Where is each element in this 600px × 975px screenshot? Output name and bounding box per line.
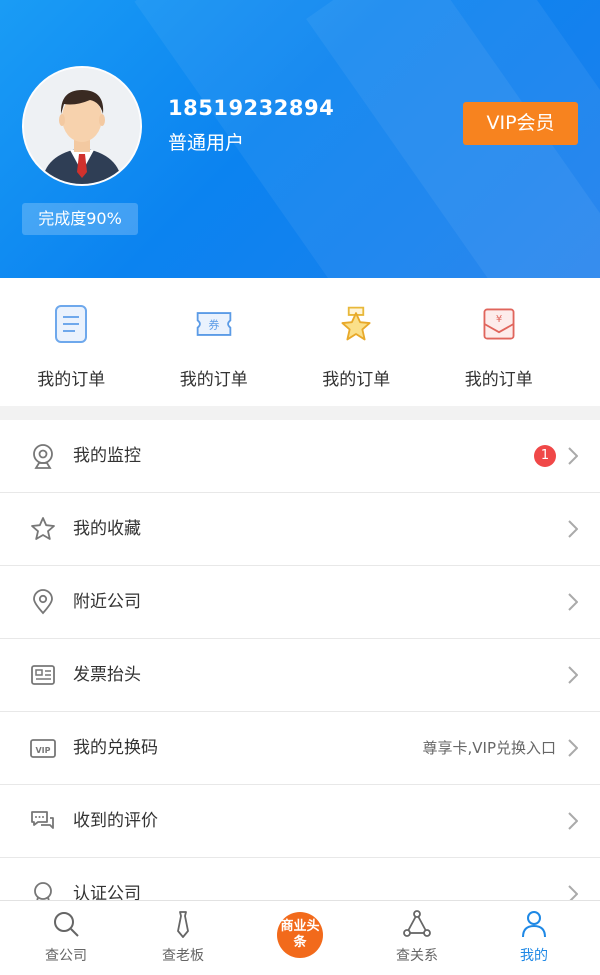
tab-search-boss[interactable]: 查老板 [123, 901, 243, 975]
orders-row: 我的订单 券 我的订单 我的订单 ¥ 我的订单 [0, 278, 600, 406]
menu-item-nearby-companies[interactable]: 附近公司 [0, 566, 600, 639]
star-badge-icon [341, 306, 371, 341]
menu-item-redeem-code[interactable]: VIP 我的兑换码 尊享卡,VIP兑换入口 [0, 712, 600, 785]
comment-icon [31, 811, 54, 829]
menu-item-label: 我的兑换码 [73, 738, 158, 758]
avatar[interactable] [22, 66, 142, 186]
chevron-right-icon [568, 593, 578, 611]
chevron-right-icon [568, 812, 578, 830]
menu-item-label: 我的监控 [73, 446, 141, 466]
profile-header: 18519232894 普通用户 VIP会员 完成度90% [0, 0, 600, 278]
tab-search-company[interactable]: 查公司 [6, 901, 126, 975]
svg-text:VIP: VIP [35, 746, 50, 755]
chevron-right-icon [568, 666, 578, 684]
order-entry-label: 我的订单 [37, 370, 106, 390]
tab-label: 我的 [520, 948, 548, 964]
redeem-hint-text: 尊享卡,VIP兑换入口 [422, 739, 557, 757]
chevron-right-icon [568, 520, 578, 538]
phone-number: 18519232894 [168, 96, 335, 120]
document-icon [55, 305, 88, 343]
order-entry-label: 我的订单 [179, 370, 248, 390]
tab-business-news[interactable]: 商业头条 [240, 901, 360, 975]
user-avatar-icon [24, 68, 140, 184]
menu-item-reviews-received[interactable]: 收到的评价 [0, 785, 600, 858]
menu-item-favorites[interactable]: 我的收藏 [0, 493, 600, 566]
tab-label: 查公司 [45, 948, 87, 964]
tab-label: 查关系 [396, 948, 438, 964]
tab-search-relations[interactable]: 查关系 [357, 901, 477, 975]
vip-member-button[interactable]: VIP会员 [463, 102, 578, 145]
menu-item-label: 发票抬头 [73, 665, 141, 685]
business-news-icon: 商业头条 [277, 912, 323, 958]
profile-completion-badge[interactable]: 完成度90% [22, 203, 138, 235]
order-entry-label: 我的订单 [322, 370, 391, 390]
order-entry-4[interactable]: ¥ 我的订单 [428, 278, 571, 406]
chevron-right-icon [568, 739, 578, 757]
user-type: 普通用户 [168, 132, 245, 154]
webcam-icon [33, 444, 53, 469]
menu-item-monitoring[interactable]: 我的监控 1 [0, 420, 600, 493]
location-icon [33, 589, 53, 615]
order-entry-1[interactable]: 我的订单 [0, 278, 143, 406]
vip-card-icon: VIP [30, 739, 56, 758]
order-entry-2[interactable]: 券 我的订单 [143, 278, 286, 406]
network-icon [403, 910, 431, 937]
menu-list: 我的监控 1 我的收藏 附近公司 发票抬头 VIP 我的兑换码 尊享卡,VIP兑… [0, 420, 600, 931]
order-entry-3[interactable]: 我的订单 [285, 278, 428, 406]
search-icon [54, 912, 79, 937]
svg-text:券: 券 [208, 318, 219, 332]
invoice-icon [31, 665, 55, 685]
menu-item-label: 附近公司 [73, 592, 141, 612]
menu-item-label: 收到的评价 [73, 811, 158, 831]
bottom-tab-bar: 查公司 查老板 商业头条 查关系 我的 [0, 900, 600, 975]
tie-icon [177, 911, 189, 938]
menu-item-invoice-title[interactable]: 发票抬头 [0, 639, 600, 712]
tab-label: 查老板 [162, 948, 204, 964]
order-entry-label: 我的订单 [464, 370, 533, 390]
star-icon [31, 517, 55, 540]
svg-text:¥: ¥ [496, 314, 502, 325]
coupon-icon: 券 [196, 312, 232, 336]
tab-mine[interactable]: 我的 [474, 901, 594, 975]
menu-item-label: 我的收藏 [73, 519, 141, 539]
user-icon [522, 911, 546, 938]
chevron-right-icon [568, 447, 578, 465]
red-envelope-icon: ¥ [483, 308, 515, 340]
notification-badge: 1 [534, 445, 556, 467]
section-divider [0, 406, 600, 420]
